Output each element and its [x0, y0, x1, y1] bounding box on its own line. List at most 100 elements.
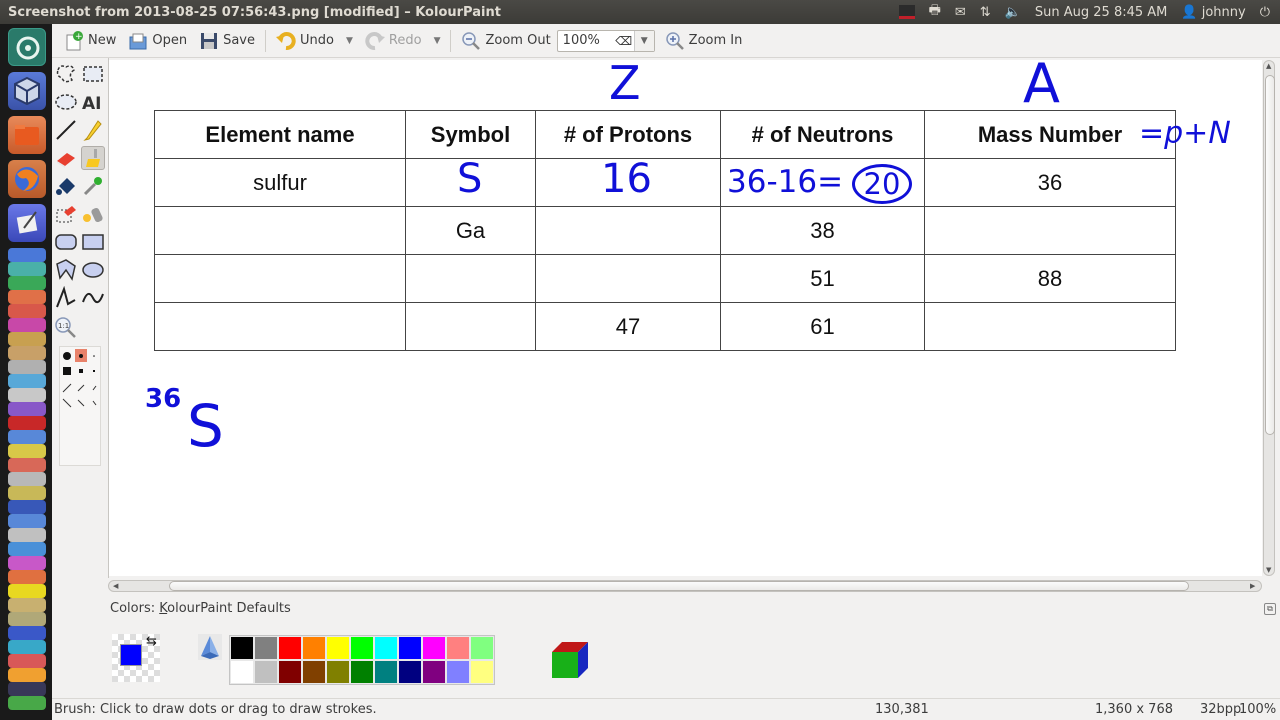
text-tool[interactable]: AI — [81, 90, 105, 114]
clock[interactable]: Sun Aug 25 8:45 AM — [1035, 5, 1168, 20]
ellipse-tool[interactable] — [81, 258, 105, 282]
drawing-canvas[interactable]: Element name Symbol # of Protons # of Ne… — [109, 60, 1262, 576]
launcher-app-icon[interactable] — [8, 626, 46, 640]
vertical-scrollbar[interactable]: ▲ ▼ — [1262, 58, 1276, 580]
color-swatch[interactable] — [446, 660, 470, 684]
color-swatch[interactable] — [398, 636, 422, 660]
launcher-app-icon[interactable] — [8, 458, 46, 472]
color-swatch[interactable] — [422, 636, 446, 660]
files-icon[interactable] — [8, 116, 46, 154]
undo-history-dropdown[interactable]: ▼ — [340, 36, 359, 46]
color-swatch[interactable] — [302, 636, 326, 660]
launcher-app-icon[interactable] — [8, 486, 46, 500]
rectangle-tool[interactable] — [81, 230, 105, 254]
color-picker-tool[interactable] — [81, 174, 105, 198]
rectangular-selection-tool[interactable] — [81, 62, 105, 86]
brush-tool[interactable] — [81, 146, 105, 170]
zoom-level-input[interactable]: 100% — [558, 33, 614, 48]
colors-panel-title[interactable]: Colors: KolourPaint Defaults — [110, 601, 291, 616]
rounded-rectangle-tool[interactable] — [54, 230, 78, 254]
color-swatch[interactable] — [254, 636, 278, 660]
zoom-tool[interactable]: 1:1 — [54, 316, 78, 340]
polygon-tool[interactable] — [54, 258, 78, 282]
brush-size-option[interactable] — [62, 398, 72, 408]
color-swatch[interactable] — [350, 636, 374, 660]
launcher-app-icon[interactable] — [8, 640, 46, 654]
brush-size-option[interactable] — [77, 384, 85, 392]
color-swatch[interactable] — [374, 660, 398, 684]
free-form-selection-tool[interactable] — [54, 62, 78, 86]
line-tool[interactable] — [54, 118, 78, 142]
brush-size-option[interactable] — [62, 383, 72, 393]
redo-button[interactable]: Redo — [359, 27, 428, 55]
launcher-app-icon[interactable] — [8, 318, 46, 332]
firefox-icon[interactable] — [8, 160, 46, 198]
connected-lines-tool[interactable] — [54, 285, 78, 310]
zoom-in-button[interactable]: Zoom In — [659, 27, 749, 55]
brush-size-option[interactable] — [93, 370, 95, 372]
horizontal-scrollbar[interactable]: ◀ ▶ — [108, 579, 1262, 593]
launcher-app-icon[interactable] — [8, 584, 46, 598]
redo-history-dropdown[interactable]: ▼ — [428, 36, 447, 46]
launcher-app-icon[interactable] — [8, 290, 46, 304]
foreground-color-swatch[interactable] — [120, 644, 142, 666]
undo-button[interactable]: Undo — [270, 27, 340, 55]
brush-size-option[interactable] — [77, 399, 85, 407]
flood-fill-tool[interactable] — [54, 174, 78, 198]
launcher-app-icon[interactable] — [8, 612, 46, 626]
zoom-out-button[interactable]: Zoom Out — [455, 27, 556, 55]
vertical-scroll-thumb[interactable] — [1265, 75, 1275, 435]
launcher-app-icon[interactable] — [8, 472, 46, 486]
launcher-app-icon[interactable] — [8, 304, 46, 318]
printer-icon[interactable]: 🖶 — [929, 1, 941, 23]
curve-tool[interactable] — [81, 286, 105, 310]
color-swatch[interactable] — [398, 660, 422, 684]
launcher-app-icon[interactable] — [8, 276, 46, 290]
launcher-app-icon[interactable] — [8, 360, 46, 374]
launcher-app-icon[interactable] — [8, 556, 46, 570]
color-swatch[interactable] — [422, 660, 446, 684]
color-swatch[interactable] — [446, 636, 470, 660]
swap-colors-icon[interactable]: ⇆ — [146, 634, 157, 649]
network-icon[interactable]: ⇅ — [980, 5, 991, 20]
brush-size-option[interactable] — [79, 369, 83, 373]
elliptical-selection-tool[interactable] — [54, 90, 78, 114]
foreground-background-color-box[interactable]: ⇆ — [112, 634, 160, 682]
launcher-app-icon[interactable] — [8, 500, 46, 514]
color-swatch[interactable] — [374, 636, 398, 660]
zoom-dropdown-arrow[interactable]: ▼ — [633, 30, 654, 51]
launcher-app-icon[interactable] — [8, 528, 46, 542]
dash-home-icon[interactable] — [8, 28, 46, 66]
color-swatch[interactable] — [278, 636, 302, 660]
scroll-right-arrow[interactable]: ▶ — [1250, 582, 1255, 590]
color-swatch[interactable] — [254, 660, 278, 684]
scroll-down-arrow[interactable]: ▼ — [1266, 566, 1271, 574]
brush-size-option[interactable] — [63, 367, 71, 375]
color-swatch[interactable] — [326, 660, 350, 684]
virtualbox-icon[interactable] — [8, 72, 46, 110]
brush-size-option[interactable] — [92, 385, 97, 391]
launcher-app-icon[interactable] — [8, 346, 46, 360]
launcher-app-icon[interactable] — [8, 570, 46, 584]
launcher-app-icon[interactable] — [8, 696, 46, 710]
color-similarity-cube-icon[interactable] — [550, 640, 590, 684]
launcher-app-icon[interactable] — [8, 332, 46, 346]
transparent-color-button[interactable] — [198, 634, 222, 660]
color-eraser-tool[interactable] — [54, 202, 78, 226]
horizontal-scroll-thumb[interactable] — [169, 581, 1189, 591]
kolourpaint-icon[interactable] — [8, 204, 46, 242]
spraycan-tool[interactable] — [81, 202, 105, 226]
pen-tool[interactable] — [81, 118, 105, 142]
launcher-app-icon[interactable] — [8, 248, 46, 262]
launcher-app-icon[interactable] — [8, 654, 46, 668]
launcher-app-icon[interactable] — [8, 682, 46, 696]
power-icon[interactable]: ⏻ — [1260, 5, 1270, 20]
eraser-tool[interactable] — [54, 146, 78, 170]
color-swatch[interactable] — [230, 660, 254, 684]
launcher-app-icon[interactable] — [8, 374, 46, 388]
color-swatch[interactable] — [278, 660, 302, 684]
color-swatch[interactable] — [470, 636, 494, 660]
launcher-app-icon[interactable] — [8, 262, 46, 276]
volume-icon[interactable]: 🔈 — [1005, 5, 1021, 20]
scroll-left-arrow[interactable]: ◀ — [113, 582, 118, 590]
